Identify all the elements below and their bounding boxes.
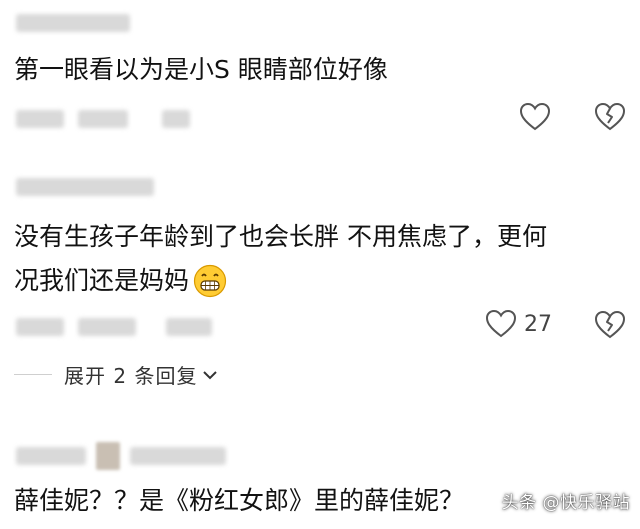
broken-heart-icon — [595, 103, 625, 131]
comment-2-meta — [16, 318, 212, 336]
heart-icon — [486, 310, 516, 338]
comment-3-username[interactable] — [16, 442, 226, 470]
comment-3-text: 薛佳妮？？是《粉红女郎》里的薛佳妮？ — [14, 486, 465, 515]
expand-replies-label: 展开 2 条回复 — [64, 364, 198, 388]
expand-replies-button[interactable]: 展开 2 条回复 — [14, 360, 218, 389]
comment-2-text-line2: 况我们还是妈妈 — [14, 266, 190, 295]
dislike-button-2[interactable] — [593, 308, 627, 342]
divider — [14, 374, 52, 375]
grinning-emoji-icon — [193, 264, 227, 298]
avatar — [96, 442, 120, 470]
comment-2-text-line1: 没有生孩子年龄到了也会长胖 不用焦虑了，更何 — [14, 222, 547, 251]
broken-heart-icon — [595, 311, 625, 339]
like-button-2[interactable]: 27 — [486, 310, 552, 338]
comment-1-meta — [16, 110, 190, 128]
like-button[interactable] — [518, 100, 552, 134]
like-count: 27 — [524, 311, 552, 337]
comment-1-text: 第一眼看以为是小S 眼睛部位好像 — [14, 55, 388, 84]
comment-2-username[interactable] — [16, 178, 154, 200]
watermark: 头条 @快乐驿站 — [501, 493, 630, 513]
chevron-down-icon — [203, 370, 218, 380]
comment-2-text-line2-wrap: 况我们还是妈妈 — [14, 259, 227, 302]
heart-icon — [520, 103, 550, 131]
comment-1-username[interactable] — [16, 14, 130, 36]
dislike-button[interactable] — [593, 100, 627, 134]
